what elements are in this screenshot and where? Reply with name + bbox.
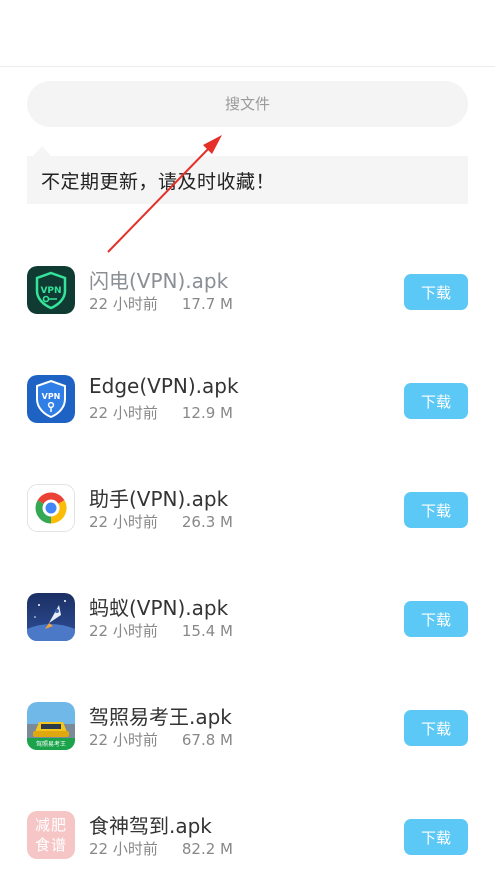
list-item[interactable]: 助手(VPN).apk 22 小时前 26.3 M 下载 <box>0 463 495 553</box>
notice-text: 不定期更新，请及时收藏！ <box>41 170 276 193</box>
file-size: 15.4 M <box>181 622 233 640</box>
file-size: 17.7 M <box>181 295 233 313</box>
icon-text: 减肥食谱 <box>34 816 67 854</box>
download-button[interactable]: 下载 <box>404 383 468 419</box>
file-time: 22 小时前 <box>89 731 158 749</box>
file-size: 12.9 M <box>181 404 233 422</box>
download-button[interactable]: 下载 <box>404 492 468 528</box>
file-time: 22 小时前 <box>89 840 158 858</box>
vpn-key-icon: VPN <box>27 266 75 314</box>
notice-banner: 不定期更新，请及时收藏！ <box>27 156 468 204</box>
file-name[interactable]: 助手(VPN).apk <box>89 483 228 512</box>
file-name[interactable]: Edge(VPN).apk <box>89 374 239 398</box>
car-icon: 驾照易考王 <box>27 702 75 750</box>
file-size: 26.3 M <box>181 513 233 531</box>
file-name[interactable]: 驾照易考王.apk <box>89 701 232 730</box>
file-name[interactable]: 蚂蚁(VPN).apk <box>89 592 228 621</box>
file-meta: 22 小时前 15.4 M <box>89 620 233 641</box>
file-time: 22 小时前 <box>89 622 158 640</box>
file-meta: 22 小时前 26.3 M <box>89 511 233 532</box>
file-time: 22 小时前 <box>89 404 158 422</box>
file-size: 82.2 M <box>181 840 233 858</box>
svg-text:VPN: VPN <box>42 392 61 401</box>
list-item[interactable]: 驾照易考王 驾照易考王.apk 22 小时前 67.8 M 下载 <box>0 681 495 771</box>
top-bar <box>0 0 495 67</box>
file-name[interactable]: 闪电(VPN).apk <box>89 265 228 294</box>
download-button[interactable]: 下载 <box>404 710 468 746</box>
diet-recipe-icon: 减肥食谱 <box>27 811 75 859</box>
list-item[interactable]: 蚂蚁(VPN).apk 22 小时前 15.4 M 下载 <box>0 572 495 662</box>
icon-text: 驾照易考王 <box>35 741 66 748</box>
vpn-shield-icon: VPN <box>27 375 75 423</box>
download-button[interactable]: 下载 <box>404 819 468 855</box>
download-button[interactable]: 下载 <box>404 601 468 637</box>
list-item[interactable]: VPN Edge(VPN).apk 22 小时前 12.9 M 下载 <box>0 354 495 444</box>
file-time: 22 小时前 <box>89 295 158 313</box>
list-item[interactable]: 减肥食谱 食神驾到.apk 22 小时前 82.2 M 下载 <box>0 790 495 880</box>
file-meta: 22 小时前 17.7 M <box>89 293 233 314</box>
file-size: 67.8 M <box>181 731 233 749</box>
notice-tail <box>33 146 51 156</box>
file-name[interactable]: 食神驾到.apk <box>89 810 212 839</box>
file-meta: 22 小时前 12.9 M <box>89 402 233 423</box>
google-icon <box>27 484 75 532</box>
file-meta: 22 小时前 82.2 M <box>89 838 233 859</box>
download-button[interactable]: 下载 <box>404 274 468 310</box>
svg-text:VPN: VPN <box>40 286 61 296</box>
rocket-icon <box>27 593 75 641</box>
search-bar[interactable] <box>27 81 468 127</box>
file-meta: 22 小时前 67.8 M <box>89 729 233 750</box>
search-input[interactable] <box>27 94 468 114</box>
file-time: 22 小时前 <box>89 513 158 531</box>
list-item[interactable]: VPN 闪电(VPN).apk 22 小时前 17.7 M 下载 <box>0 245 495 335</box>
